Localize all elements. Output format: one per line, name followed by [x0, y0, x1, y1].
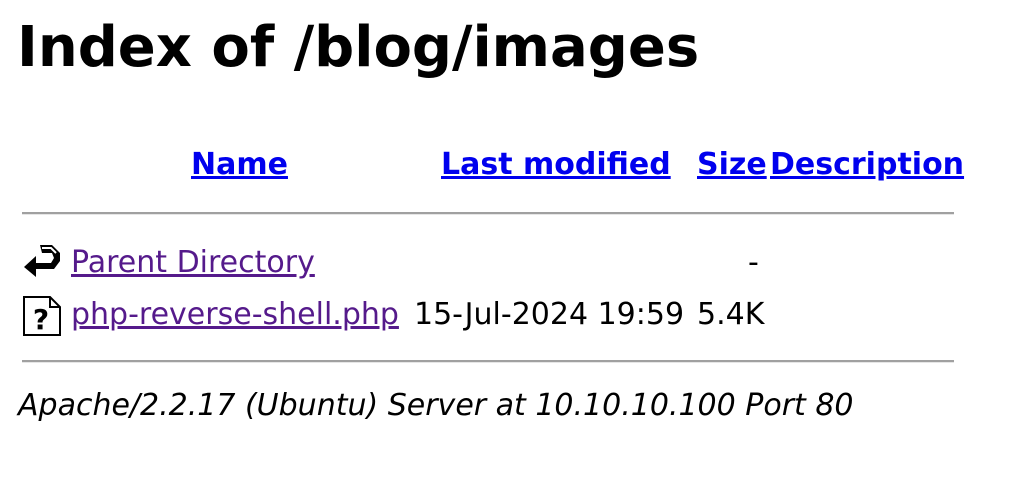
server-signature: Apache/2.2.17 (Ubuntu) Server at 10.10.1… [18, 388, 854, 423]
directory-listing-page: Index of /blog/images Name Last modified… [0, 0, 1026, 478]
file-size: 5.4K [697, 297, 765, 332]
page-title: Index of /blog/images [17, 15, 700, 80]
svg-text:?: ? [33, 303, 49, 336]
file-link[interactable]: php-reverse-shell.php [71, 300, 399, 330]
parent-directory-link[interactable]: Parent Directory [71, 248, 315, 278]
footer-divider [22, 360, 954, 363]
file-last-modified: 15-Jul-2024 19:59 [414, 297, 685, 332]
sort-by-last-modified-link[interactable]: Last modified [441, 150, 671, 180]
unknown-file-icon: ? [23, 296, 61, 336]
header-divider [22, 212, 954, 215]
sort-by-size-link[interactable]: Size [697, 150, 767, 180]
back-arrow-icon [24, 245, 60, 277]
sort-by-description-link[interactable]: Description [770, 150, 964, 180]
parent-directory-size: - [748, 245, 759, 280]
sort-by-name-link[interactable]: Name [191, 150, 288, 180]
